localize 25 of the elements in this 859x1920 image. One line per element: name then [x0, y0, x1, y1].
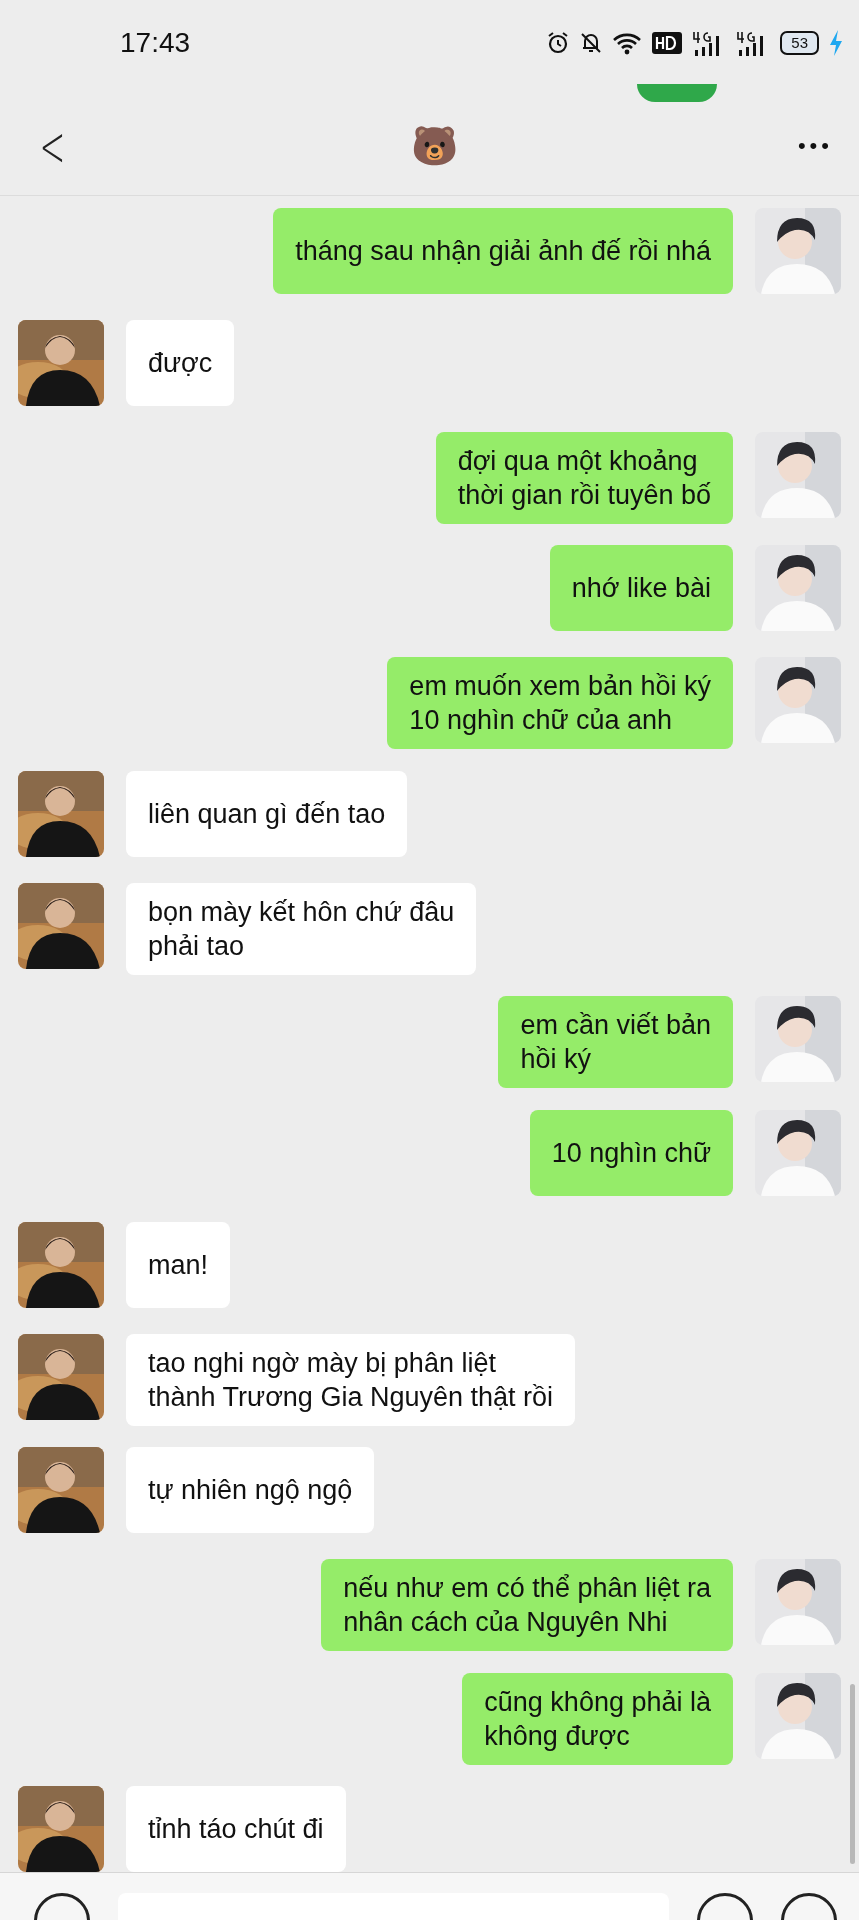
message-bubble: bọn mày kết hôn chứ đâu phải tao [126, 882, 477, 975]
message-bubble: liên quan gì đến tao [126, 770, 408, 857]
message-bubble: tao nghi ngờ mày bị phân liệt thành Trương Gia Nguyên thật rồi [126, 1333, 575, 1426]
more-button[interactable]: ••• [797, 132, 833, 159]
charging-icon [829, 30, 843, 56]
message-bubble: tự nhiên ngộ ngộ [126, 1447, 375, 1534]
message-bubble: nhớ like bài [549, 545, 733, 632]
chat-title: 🐻 [410, 123, 458, 168]
back-button[interactable]: < [39, 112, 66, 179]
battery-level: 53 [780, 31, 819, 55]
wifi-icon [612, 31, 643, 55]
message-bubble: em muốn xem bản hồi ký 10 nghìn chữ của anh [387, 657, 733, 750]
message-bubble: tháng sau nhận giải ảnh đế rồi nhá [273, 208, 733, 294]
message-bubble: tỉnh táo chút đi [126, 1785, 346, 1872]
message-bubble: nếu như em có thể phân liệt ra nhân cách của Nguyên Nhi [321, 1559, 733, 1652]
scrollbar[interactable] [850, 1684, 855, 1864]
message-bubble: cũng không phải là không được [462, 1672, 733, 1765]
muted-bell-icon [580, 31, 603, 55]
hd-icon [652, 32, 683, 54]
message-bubble: 10 nghìn chữ [529, 1109, 733, 1196]
message-bubble: man! [126, 1221, 231, 1308]
message-bubble: được [126, 320, 235, 406]
message-bubble: em cần viết bản hồi ký [498, 996, 733, 1089]
message-bubble: đợi qua một khoảng thời gian rồi tuyên bố [435, 432, 733, 524]
clock-time: 17:43 [120, 27, 192, 59]
